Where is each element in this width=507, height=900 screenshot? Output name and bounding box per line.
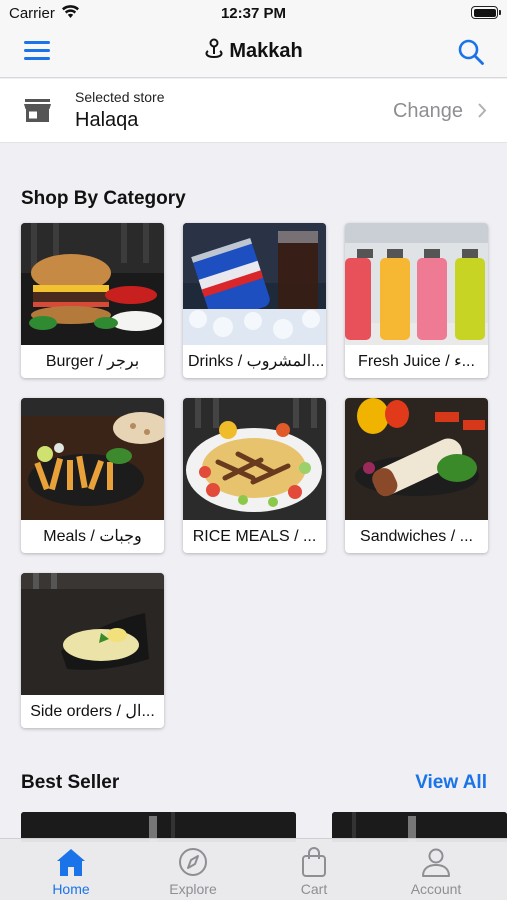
selected-store-name: Halaqa [75,109,139,131]
category-card-meals[interactable]: Meals / وجبات [21,398,164,553]
tab-label: Home [52,881,90,897]
city-title: Makkah [229,40,303,62]
selected-store-caption: Selected store [75,89,165,105]
tab-home[interactable]: Home [8,839,134,900]
location-pin-icon [205,38,223,59]
store-icon [24,99,51,122]
category-label: Fresh Juice / ء... [358,353,475,370]
category-card-burger[interactable]: Burger / برجر [21,223,164,378]
status-time: 12:37 PM [220,5,287,22]
side-orders-image [21,573,164,695]
tab-cart[interactable]: Cart [251,839,377,900]
tab-bar: Home Explore Cart Account [0,838,507,900]
battery-icon [471,6,501,19]
user-icon [422,848,450,877]
category-label: Side orders / ال... [30,703,155,720]
nav-title: Makkah [0,38,507,63]
tab-label: Explore [169,881,217,897]
selected-store-row[interactable]: Selected store Halaqa Change [0,79,507,143]
category-card-fresh-juice[interactable]: Fresh Juice / ء... [345,223,488,378]
view-all-button[interactable]: View All [415,772,487,794]
sandwiches-image [345,398,488,520]
chevron-right-icon [478,103,487,118]
home-icon [57,849,85,876]
fresh-juice-image [345,223,488,345]
tab-label: Cart [300,881,328,897]
category-label: Burger / برجر [45,353,140,370]
category-label: Sandwiches / ... [360,528,473,545]
best-seller-title: Best Seller [21,772,120,793]
category-label: Drinks / المشروب... [188,353,325,370]
meals-image [21,398,164,520]
category-label: Meals / وجبات [43,528,142,545]
rice-meals-image [183,398,326,520]
category-card-drinks[interactable]: Drinks / المشروب... [183,223,326,378]
tab-explore[interactable]: Explore [130,839,256,900]
shopping-bag-icon [302,847,326,877]
change-store-button[interactable]: Change [393,100,463,123]
compass-icon [179,848,207,876]
navigation-bar: Makkah [0,26,507,78]
tab-account[interactable]: Account [373,839,499,900]
tab-label: Account [410,881,462,897]
category-card-side-orders[interactable]: Side orders / ال... [21,573,164,728]
burger-image [21,223,164,345]
search-icon[interactable] [457,38,485,66]
status-bar: Carrier 12:37 PM [0,0,507,26]
category-card-sandwiches[interactable]: Sandwiches / ... [345,398,488,553]
drinks-image [183,223,326,345]
shop-by-category-title: Shop By Category [21,188,186,209]
category-card-rice-meals[interactable]: RICE MEALS / ... [183,398,326,553]
category-label: RICE MEALS / ... [192,528,317,545]
